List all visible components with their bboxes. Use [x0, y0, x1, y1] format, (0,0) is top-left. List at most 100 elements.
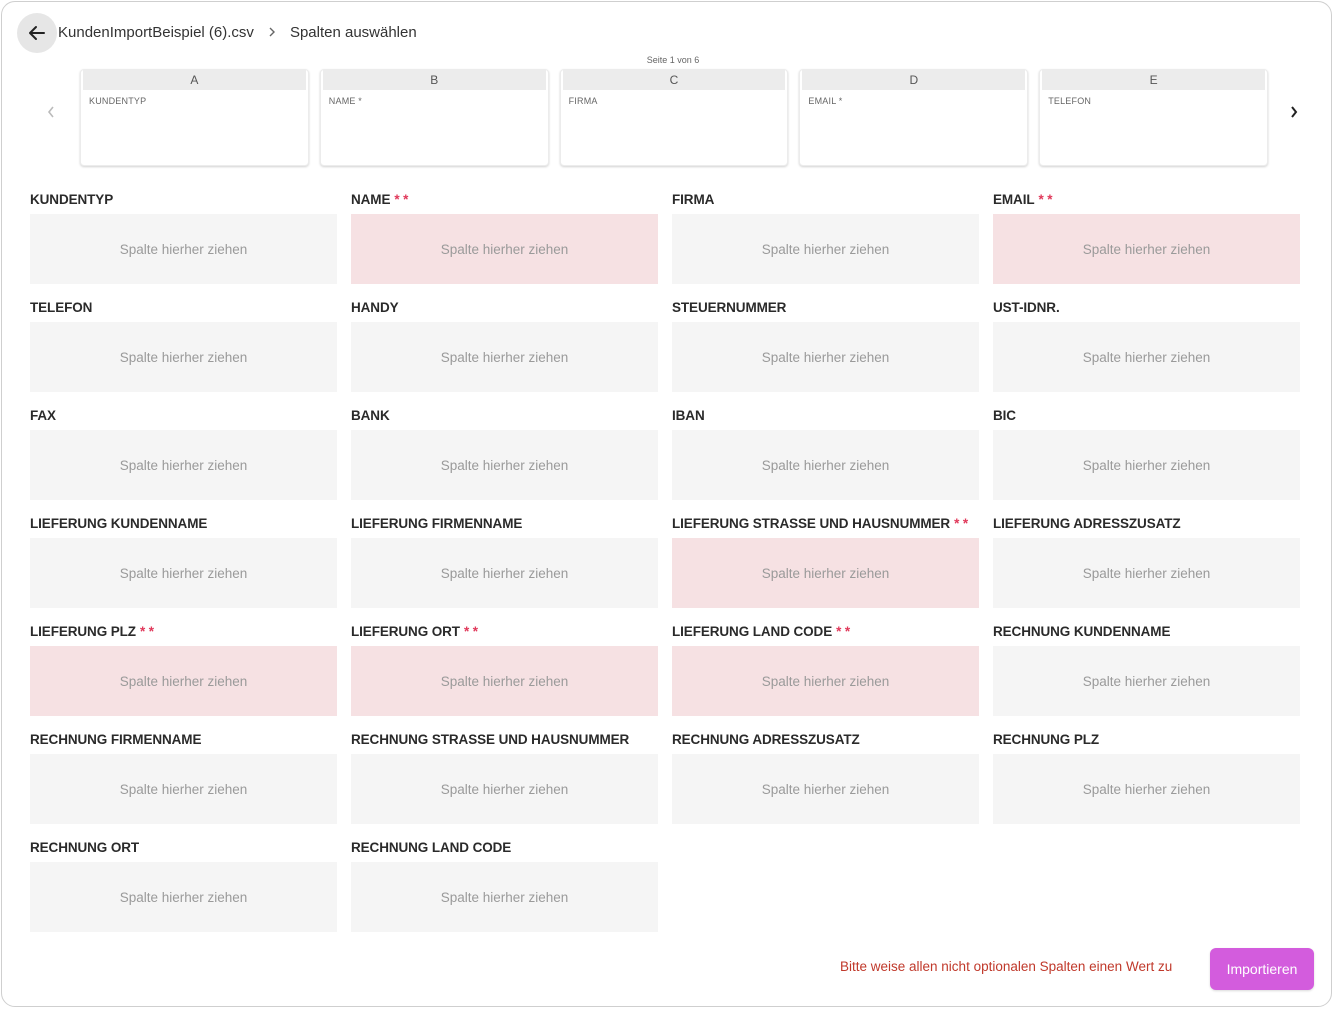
- mapping-slot-label: RECHNUNG ADRESSZUSATZ: [672, 730, 979, 754]
- mapping-slot-label: LIEFERUNG STRASSE UND HAUSNUMMER * *: [672, 514, 979, 538]
- field-label: IBAN: [672, 408, 705, 423]
- mapping-slot: RECHNUNG LAND CODE Spalte hierher ziehen: [351, 838, 658, 932]
- preview-column-letter: D: [802, 70, 1026, 90]
- mapping-slot: RECHNUNG ADRESSZUSATZ Spalte hierher zieh…: [672, 730, 979, 824]
- previous-page-button[interactable]: [39, 100, 63, 124]
- mapping-slot-label: LIEFERUNG PLZ * *: [30, 622, 337, 646]
- preview-column[interactable]: A KUNDENTYP: [80, 69, 309, 166]
- mapping-slot-label: IBAN: [672, 406, 979, 430]
- mapping-slot-label: FAX: [30, 406, 337, 430]
- mapping-slot-label: LIEFERUNG ADRESSZUSATZ: [993, 514, 1300, 538]
- mapping-slot-label: FIRMA: [672, 190, 979, 214]
- dropzone[interactable]: Spalte hierher ziehen: [672, 430, 979, 500]
- field-label: RECHNUNG PLZ: [993, 732, 1100, 747]
- field-label: BIC: [993, 408, 1016, 423]
- mapping-slot-label: STEUERNUMMER: [672, 298, 979, 322]
- mapping-slot: LIEFERUNG ORT * * Spalte hierher ziehen: [351, 622, 658, 716]
- back-button[interactable]: [17, 13, 57, 53]
- chevron-right-icon: [268, 27, 276, 37]
- field-label: LIEFERUNG FIRMENNAME: [351, 516, 523, 531]
- import-button[interactable]: Importieren: [1210, 948, 1314, 990]
- dropzone[interactable]: Spalte hierher ziehen: [30, 862, 337, 932]
- dropzone[interactable]: Spalte hierher ziehen: [672, 214, 979, 284]
- mapping-slot: LIEFERUNG FIRMENNAME Spalte hierher ziehe…: [351, 514, 658, 608]
- dropzone[interactable]: Spalte hierher ziehen: [993, 754, 1300, 824]
- mapping-slot: RECHNUNG FIRMENNAME Spalte hierher ziehen: [30, 730, 337, 824]
- dropzone[interactable]: Spalte hierher ziehen: [672, 646, 979, 716]
- next-page-button[interactable]: [1282, 100, 1306, 124]
- dropzone[interactable]: Spalte hierher ziehen: [351, 430, 658, 500]
- required-marker: * *: [394, 192, 409, 207]
- mapping-slot: LIEFERUNG KUNDENNAME Spalte hierher ziehe…: [30, 514, 337, 608]
- dropzone[interactable]: Spalte hierher ziehen: [993, 430, 1300, 500]
- mapping-slot: RECHNUNG STRASSE UND HAUSNUMMER Spalte hi…: [351, 730, 658, 824]
- field-label: EMAIL: [993, 192, 1035, 207]
- dropzone[interactable]: Spalte hierher ziehen: [672, 754, 979, 824]
- dropzone[interactable]: Spalte hierher ziehen: [993, 322, 1300, 392]
- field-label: LIEFERUNG KUNDENNAME: [30, 516, 208, 531]
- mapping-slot-label: RECHNUNG PLZ: [993, 730, 1300, 754]
- mapping-slot-label: LIEFERUNG ORT * *: [351, 622, 658, 646]
- mapping-slot: NAME * * Spalte hierher ziehen: [351, 190, 658, 284]
- dropzone[interactable]: Spalte hierher ziehen: [30, 538, 337, 608]
- csv-preview-columns: A KUNDENTYP B NAME * C FIRMA D EMAIL * E TELEFON: [80, 69, 1268, 166]
- required-marker: * *: [463, 624, 478, 639]
- preview-column[interactable]: D EMAIL *: [799, 69, 1029, 166]
- arrow-left-icon: [29, 26, 45, 40]
- preview-column[interactable]: E TELEFON: [1039, 69, 1268, 166]
- mapping-slot-label: EMAIL * *: [993, 190, 1300, 214]
- mapping-slot-label: RECHNUNG ORT: [30, 838, 337, 862]
- import-dialog: KundenImportBeispiel (6).csv Spalten aus…: [1, 1, 1332, 1007]
- mapping-slot-label: LIEFERUNG FIRMENNAME: [351, 514, 658, 538]
- mapping-slot-label: BIC: [993, 406, 1300, 430]
- mapping-slot: EMAIL * * Spalte hierher ziehen: [993, 190, 1300, 284]
- dropzone[interactable]: Spalte hierher ziehen: [30, 322, 337, 392]
- field-label: STEUERNUMMER: [672, 300, 787, 315]
- required-marker: * *: [836, 624, 851, 639]
- validation-message: Bitte weise allen nicht optionalen Spalt…: [840, 959, 1173, 974]
- mapping-slot-label: BANK: [351, 406, 658, 430]
- dropzone[interactable]: Spalte hierher ziehen: [351, 754, 658, 824]
- mapping-slot: KUNDENTYP Spalte hierher ziehen: [30, 190, 337, 284]
- dropzone[interactable]: Spalte hierher ziehen: [351, 322, 658, 392]
- mapping-slot-label: UST-IDNR.: [993, 298, 1300, 322]
- preview-column-letter: B: [322, 70, 546, 90]
- page-indicator: Seite 1 von 6: [646, 55, 700, 65]
- preview-column-field: NAME *: [328, 96, 363, 106]
- mapping-slot-label: RECHNUNG KUNDENNAME: [993, 622, 1300, 646]
- dropzone[interactable]: Spalte hierher ziehen: [30, 430, 337, 500]
- dropzone[interactable]: Spalte hierher ziehen: [672, 538, 979, 608]
- mapping-slot-label: RECHNUNG LAND CODE: [351, 838, 658, 862]
- dropzone[interactable]: Spalte hierher ziehen: [30, 214, 337, 284]
- breadcrumb-file-name[interactable]: KundenImportBeispiel (6).csv: [58, 24, 254, 41]
- dropzone[interactable]: Spalte hierher ziehen: [993, 646, 1300, 716]
- dropzone[interactable]: Spalte hierher ziehen: [351, 862, 658, 932]
- dropzone[interactable]: Spalte hierher ziehen: [993, 538, 1300, 608]
- required-marker: * *: [1038, 192, 1053, 207]
- field-label: NAME: [351, 192, 391, 207]
- mapping-slot-label: HANDY: [351, 298, 658, 322]
- field-label: KUNDENTYP: [30, 192, 114, 207]
- field-label: RECHNUNG STRASSE UND HAUSNUMMER: [351, 732, 630, 747]
- mapping-slot: STEUERNUMMER Spalte hierher ziehen: [672, 298, 979, 392]
- dropzone[interactable]: Spalte hierher ziehen: [351, 214, 658, 284]
- dropzone[interactable]: Spalte hierher ziehen: [30, 646, 337, 716]
- preview-column[interactable]: B NAME *: [319, 69, 549, 166]
- field-label: FIRMA: [672, 192, 715, 207]
- dropzone[interactable]: Spalte hierher ziehen: [993, 214, 1300, 284]
- mapping-slot: FAX Spalte hierher ziehen: [30, 406, 337, 500]
- dropzone[interactable]: Spalte hierher ziehen: [351, 538, 658, 608]
- field-mapping-grid: KUNDENTYP Spalte hierher ziehen NAME * * Spa…: [30, 190, 1302, 932]
- mapping-slot: LIEFERUNG STRASSE UND HAUSNUMMER * * Spalt…: [672, 514, 979, 608]
- field-label: FAX: [30, 408, 56, 423]
- mapping-slot: IBAN Spalte hierher ziehen: [672, 406, 979, 500]
- preview-column[interactable]: C FIRMA: [559, 69, 789, 166]
- breadcrumb-step: Spalten auswählen: [289, 23, 417, 41]
- dropzone[interactable]: Spalte hierher ziehen: [30, 754, 337, 824]
- mapping-slot-label: LIEFERUNG LAND CODE * *: [672, 622, 979, 646]
- mapping-slot: HANDY Spalte hierher ziehen: [351, 298, 658, 392]
- field-label: UST-IDNR.: [993, 300, 1060, 315]
- mapping-slot-label: KUNDENTYP: [30, 190, 337, 214]
- dropzone[interactable]: Spalte hierher ziehen: [351, 646, 658, 716]
- dropzone[interactable]: Spalte hierher ziehen: [672, 322, 979, 392]
